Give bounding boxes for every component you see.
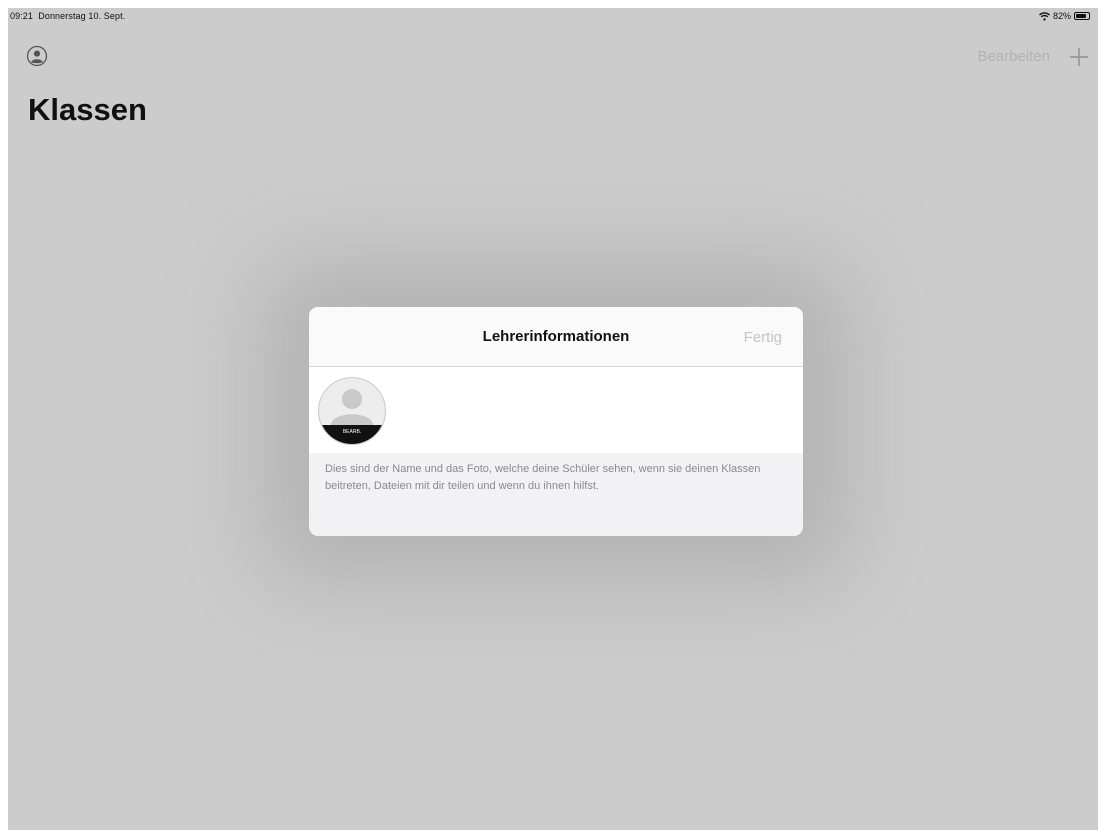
battery-percentage: 82% [1052,11,1071,21]
status-indicators: 82% [1038,11,1090,21]
plus-icon [1070,48,1088,66]
teacher-info-modal: Lehrerinformationen Fertig BEARB. Dies s… [309,307,803,536]
battery-fill [1076,14,1086,18]
add-class-button[interactable] [1068,42,1090,70]
status-date: Donnerstag 10. Sept. [38,11,126,21]
modal-title: Lehrerinformationen [482,328,630,345]
avatar[interactable]: BEARB. [318,377,386,445]
modal-header: Lehrerinformationen Fertig [309,307,803,367]
person-circle-icon [26,45,48,67]
status-time: 09:21 [10,11,34,21]
status-time-date: 09:21 Donnerstag 10. Sept. [10,11,125,21]
wifi-icon [1038,11,1050,21]
avatar-edit-label[interactable]: BEARB. [319,425,385,444]
modal-footer-text: Dies sind der Name und das Foto, welche … [325,463,761,492]
battery-icon [1074,12,1090,20]
status-bar: 09:21 Donnerstag 10. Sept. 82% [8,8,1098,26]
teacher-info-row: BEARB. [309,367,803,453]
page-title: Klassen [28,92,147,127]
edit-button[interactable]: Bearbeiten [977,48,1050,65]
profile-button[interactable] [26,45,48,67]
app-screen: 09:21 Donnerstag 10. Sept. 82% Bearbeite… [8,8,1098,830]
done-button[interactable]: Fertig [744,329,782,346]
navigation-bar: Bearbeiten [8,42,1098,72]
